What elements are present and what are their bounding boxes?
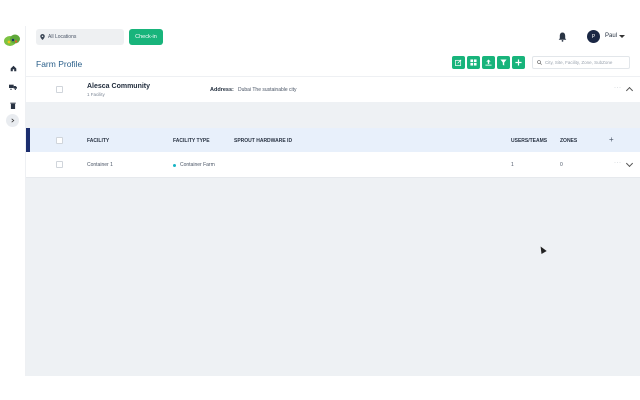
add-column-button[interactable]: + [609, 135, 614, 144]
search-icon [537, 60, 542, 65]
edit-button[interactable] [452, 56, 465, 69]
cell-facility: Container 1 [87, 162, 113, 168]
column-sprout-id[interactable]: SPROUT HARDWARE ID [234, 138, 292, 144]
location-pin-icon [40, 34, 45, 40]
mouse-cursor [538, 245, 547, 255]
column-facility-type[interactable]: FACILITY TYPE [173, 138, 210, 144]
chevron-up-icon[interactable] [625, 86, 634, 95]
search-input[interactable]: City, Site, Facility, Zone, SubZone [532, 56, 630, 69]
row-checkbox[interactable] [56, 161, 63, 168]
location-label: All Locations [48, 34, 77, 40]
title-bar: Farm Profile City, Site, Facility, Zone,… [26, 52, 640, 76]
cell-zones: 0 [560, 162, 563, 168]
more-options-icon[interactable]: ··· [614, 85, 622, 91]
top-header: All Locations Check-in P Paul [26, 26, 640, 50]
community-name: Alesca Community [87, 83, 151, 90]
table-row[interactable]: Container 1 Container Farm 1 0 ··· [26, 152, 640, 178]
grid-icon [470, 59, 477, 66]
status-dot [173, 164, 176, 167]
table-header: FACILITY FACILITY TYPE SPROUT HARDWARE I… [26, 128, 640, 152]
plus-icon [515, 59, 522, 66]
sidebar-expand-button[interactable] [6, 114, 19, 127]
community-facility-count: 1 Facility [87, 92, 105, 97]
grid-view-button[interactable] [467, 56, 480, 69]
page-title: Farm Profile [36, 59, 83, 69]
bottom-strip [0, 376, 640, 400]
row-chevron-down-icon[interactable] [625, 159, 634, 168]
trash-icon[interactable] [7, 99, 19, 111]
bell-icon[interactable] [558, 32, 567, 42]
edit-icon [455, 59, 462, 66]
user-name[interactable]: Paul [605, 33, 617, 39]
community-header: Alesca Community 1 Facility Address: Dub… [26, 76, 640, 102]
chevron-right-icon [11, 118, 15, 123]
upload-button[interactable] [482, 56, 495, 69]
column-zones[interactable]: ZONES [560, 138, 577, 144]
main-content: Farm Profile City, Site, Facility, Zone,… [26, 52, 640, 376]
column-users-teams[interactable]: USERS/TEAMS [511, 138, 547, 144]
page: All Locations Check-in P Paul Farm Profi… [0, 26, 640, 376]
logo-icon [4, 34, 20, 46]
filter-icon [500, 59, 507, 66]
search-placeholder: City, Site, Facility, Zone, SubZone [545, 60, 613, 65]
column-facility[interactable]: FACILITY [87, 138, 109, 144]
app-frame: All Locations Check-in P Paul Farm Profi… [0, 0, 640, 400]
add-button[interactable] [512, 56, 525, 69]
select-all-checkbox[interactable] [56, 137, 63, 144]
location-selector[interactable]: All Locations [36, 29, 124, 45]
checkin-button[interactable]: Check-in [129, 29, 163, 45]
avatar[interactable]: P [587, 30, 600, 43]
community-checkbox[interactable] [56, 86, 63, 93]
sidebar [0, 26, 26, 376]
address-label: Address: [210, 87, 234, 93]
upload-icon [485, 59, 492, 66]
truck-icon[interactable] [7, 81, 19, 93]
filter-button[interactable] [497, 56, 510, 69]
row-more-options-icon[interactable]: ··· [614, 160, 622, 166]
cell-users-teams: 1 [511, 162, 514, 168]
address-value: Dubai The sustainable city [238, 87, 297, 93]
home-icon[interactable] [7, 62, 19, 74]
cell-facility-type: Container Farm [180, 162, 215, 168]
toolbar [452, 56, 525, 69]
chevron-down-icon[interactable] [619, 35, 625, 38]
